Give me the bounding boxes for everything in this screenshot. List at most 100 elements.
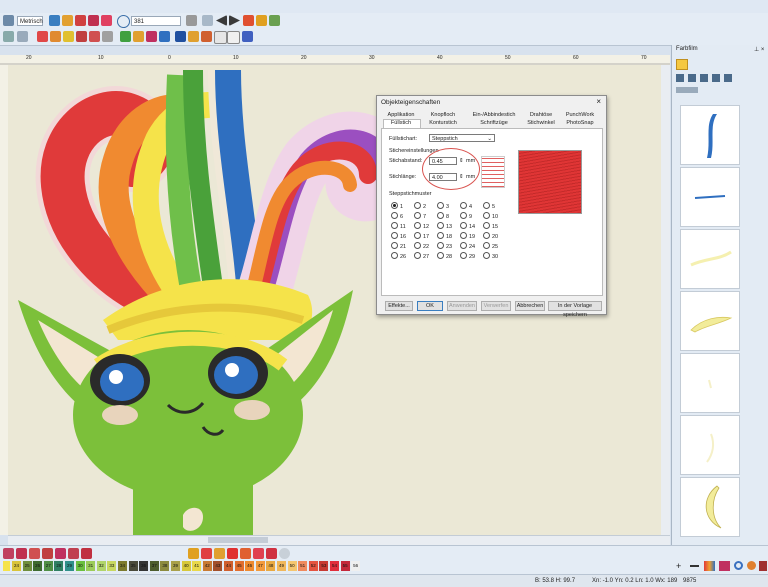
- pattern-radio[interactable]: 25: [483, 242, 498, 250]
- save-template-button[interactable]: In der Vorlage speichern: [548, 301, 602, 318]
- star-icon[interactable]: [88, 15, 99, 26]
- thread-swatch[interactable]: 40: [181, 561, 191, 571]
- zoom-combo[interactable]: 381: [131, 16, 181, 26]
- pattern-radio[interactable]: 18: [437, 232, 452, 240]
- thread-swatch[interactable]: 50: [287, 561, 297, 571]
- tab-knopfloch[interactable]: Knopfloch: [425, 112, 461, 118]
- pattern-radio[interactable]: 1: [391, 202, 403, 210]
- pattern-radio[interactable]: 24: [460, 242, 475, 250]
- close-icon[interactable]: ×: [596, 97, 601, 106]
- thread-swatch[interactable]: 54: [330, 561, 339, 571]
- thread-swatch[interactable]: 31: [86, 561, 96, 571]
- plus-icon[interactable]: +: [676, 561, 686, 571]
- pattern-radio[interactable]: 14: [460, 222, 475, 230]
- tab-stichwinkel[interactable]: Stichwinkel: [525, 120, 557, 126]
- hoop-icon[interactable]: [62, 15, 73, 26]
- thread-swatch[interactable]: 47: [255, 561, 265, 571]
- hatch-icon[interactable]: [201, 31, 212, 42]
- select-icon[interactable]: [202, 15, 213, 26]
- thread-swatch[interactable]: 45: [234, 561, 244, 571]
- frame-icon[interactable]: [188, 31, 199, 42]
- pattern-radio[interactable]: 15: [483, 222, 498, 230]
- panel-pin-close[interactable]: ⊥ ×: [754, 46, 764, 53]
- zigzag-tool-icon[interactable]: [201, 548, 212, 559]
- pattern-radio[interactable]: 11: [391, 222, 406, 230]
- spool-icon[interactable]: [759, 561, 767, 571]
- cross-icon[interactable]: [146, 31, 157, 42]
- applique-icon[interactable]: [120, 31, 131, 42]
- arrow-icon[interactable]: [3, 15, 14, 26]
- stitch-red-icon[interactable]: [37, 31, 48, 42]
- line-tool-icon[interactable]: [227, 548, 238, 559]
- pattern-radio[interactable]: 5: [483, 202, 495, 210]
- stitch-orange-icon[interactable]: [50, 31, 61, 42]
- cross-view-icon[interactable]: [42, 548, 53, 559]
- thread-swatch[interactable]: 27: [43, 561, 53, 571]
- pattern-radio[interactable]: 12: [414, 222, 429, 230]
- wand-icon[interactable]: [242, 31, 253, 42]
- thread-swatch[interactable]: 56: [351, 561, 361, 571]
- film-thumb[interactable]: [680, 229, 740, 289]
- blank2-icon[interactable]: [227, 31, 240, 44]
- color-manager-icon[interactable]: [719, 561, 730, 571]
- stitch-fill-icon[interactable]: [89, 31, 100, 42]
- pattern-radio[interactable]: 20: [483, 232, 498, 240]
- horizontal-scrollbar[interactable]: [8, 535, 670, 545]
- stitch-line-icon[interactable]: [102, 31, 113, 42]
- pattern-radio[interactable]: 26: [391, 252, 406, 260]
- units-combo[interactable]: Metrisch: [17, 16, 43, 26]
- tab-konturstich[interactable]: Konturstich: [425, 120, 461, 126]
- zoom-icon[interactable]: [117, 15, 130, 28]
- pattern-radio[interactable]: 9: [460, 212, 472, 220]
- stitch-pattern-icon[interactable]: [76, 31, 87, 42]
- film-thumb[interactable]: [680, 291, 740, 351]
- thread-swatch[interactable]: 34: [118, 561, 127, 571]
- outline-view-icon[interactable]: [81, 548, 92, 559]
- view-icon[interactable]: [3, 548, 14, 559]
- vertical-scrollbar[interactable]: [661, 65, 670, 535]
- pattern-radio[interactable]: 19: [460, 232, 475, 240]
- tab-punchwork[interactable]: PunchWork: [559, 112, 601, 118]
- fill-view-icon[interactable]: [68, 548, 79, 559]
- thread-swatch[interactable]: 53: [319, 561, 329, 571]
- triangle-tool-icon[interactable]: [214, 548, 225, 559]
- pattern-radio[interactable]: 22: [414, 242, 429, 250]
- effects-button[interactable]: Effekte...: [385, 301, 413, 311]
- pattern-radio[interactable]: 21: [391, 242, 406, 250]
- pattern-radio[interactable]: 16: [391, 232, 406, 240]
- thread-swatch[interactable]: 32: [96, 561, 106, 571]
- cancel-button[interactable]: Abbrechen: [515, 301, 545, 311]
- pattern-radio[interactable]: 2: [414, 202, 426, 210]
- thread-swatch[interactable]: 48: [266, 561, 276, 571]
- thread-swatch[interactable]: 46: [245, 561, 255, 571]
- thread-swatch[interactable]: 42: [202, 561, 212, 571]
- film-zoom-icon[interactable]: [676, 87, 698, 93]
- tab-photosnap[interactable]: PhotoSnap: [559, 120, 601, 126]
- star-tool-icon[interactable]: [240, 548, 251, 559]
- refresh-icon[interactable]: [734, 561, 743, 570]
- ok-button[interactable]: OK: [417, 301, 443, 311]
- thread-icon[interactable]: [747, 561, 756, 570]
- thread-swatch[interactable]: 36: [139, 561, 149, 571]
- person-icon[interactable]: [75, 15, 86, 26]
- palette-icon[interactable]: [256, 15, 267, 26]
- blank-icon[interactable]: [214, 31, 227, 44]
- thread-swatch[interactable]: 30: [75, 561, 85, 571]
- pattern-radio[interactable]: 30: [483, 252, 498, 260]
- thread-swatch[interactable]: 49: [277, 561, 286, 571]
- grid-view-icon[interactable]: [16, 548, 27, 559]
- design-icon[interactable]: [49, 15, 60, 26]
- pattern-radio[interactable]: 28: [437, 252, 452, 260]
- pattern-radio[interactable]: 6: [391, 212, 403, 220]
- pattern-radio[interactable]: 27: [414, 252, 429, 260]
- lettering-icon[interactable]: [159, 31, 170, 42]
- thread-swatch[interactable]: 39: [171, 561, 180, 571]
- stitch-yellow-icon[interactable]: [63, 31, 74, 42]
- thread-swatch[interactable]: 37: [149, 561, 159, 571]
- thread-swatch[interactable]: 29: [65, 561, 74, 571]
- film-thumb[interactable]: [680, 105, 740, 165]
- current-color-swatch[interactable]: [3, 561, 10, 571]
- pattern-radio[interactable]: 7: [414, 212, 426, 220]
- pattern-tool-icon[interactable]: [266, 548, 277, 559]
- tab-schriftzuege[interactable]: Schriftzüge: [463, 120, 525, 126]
